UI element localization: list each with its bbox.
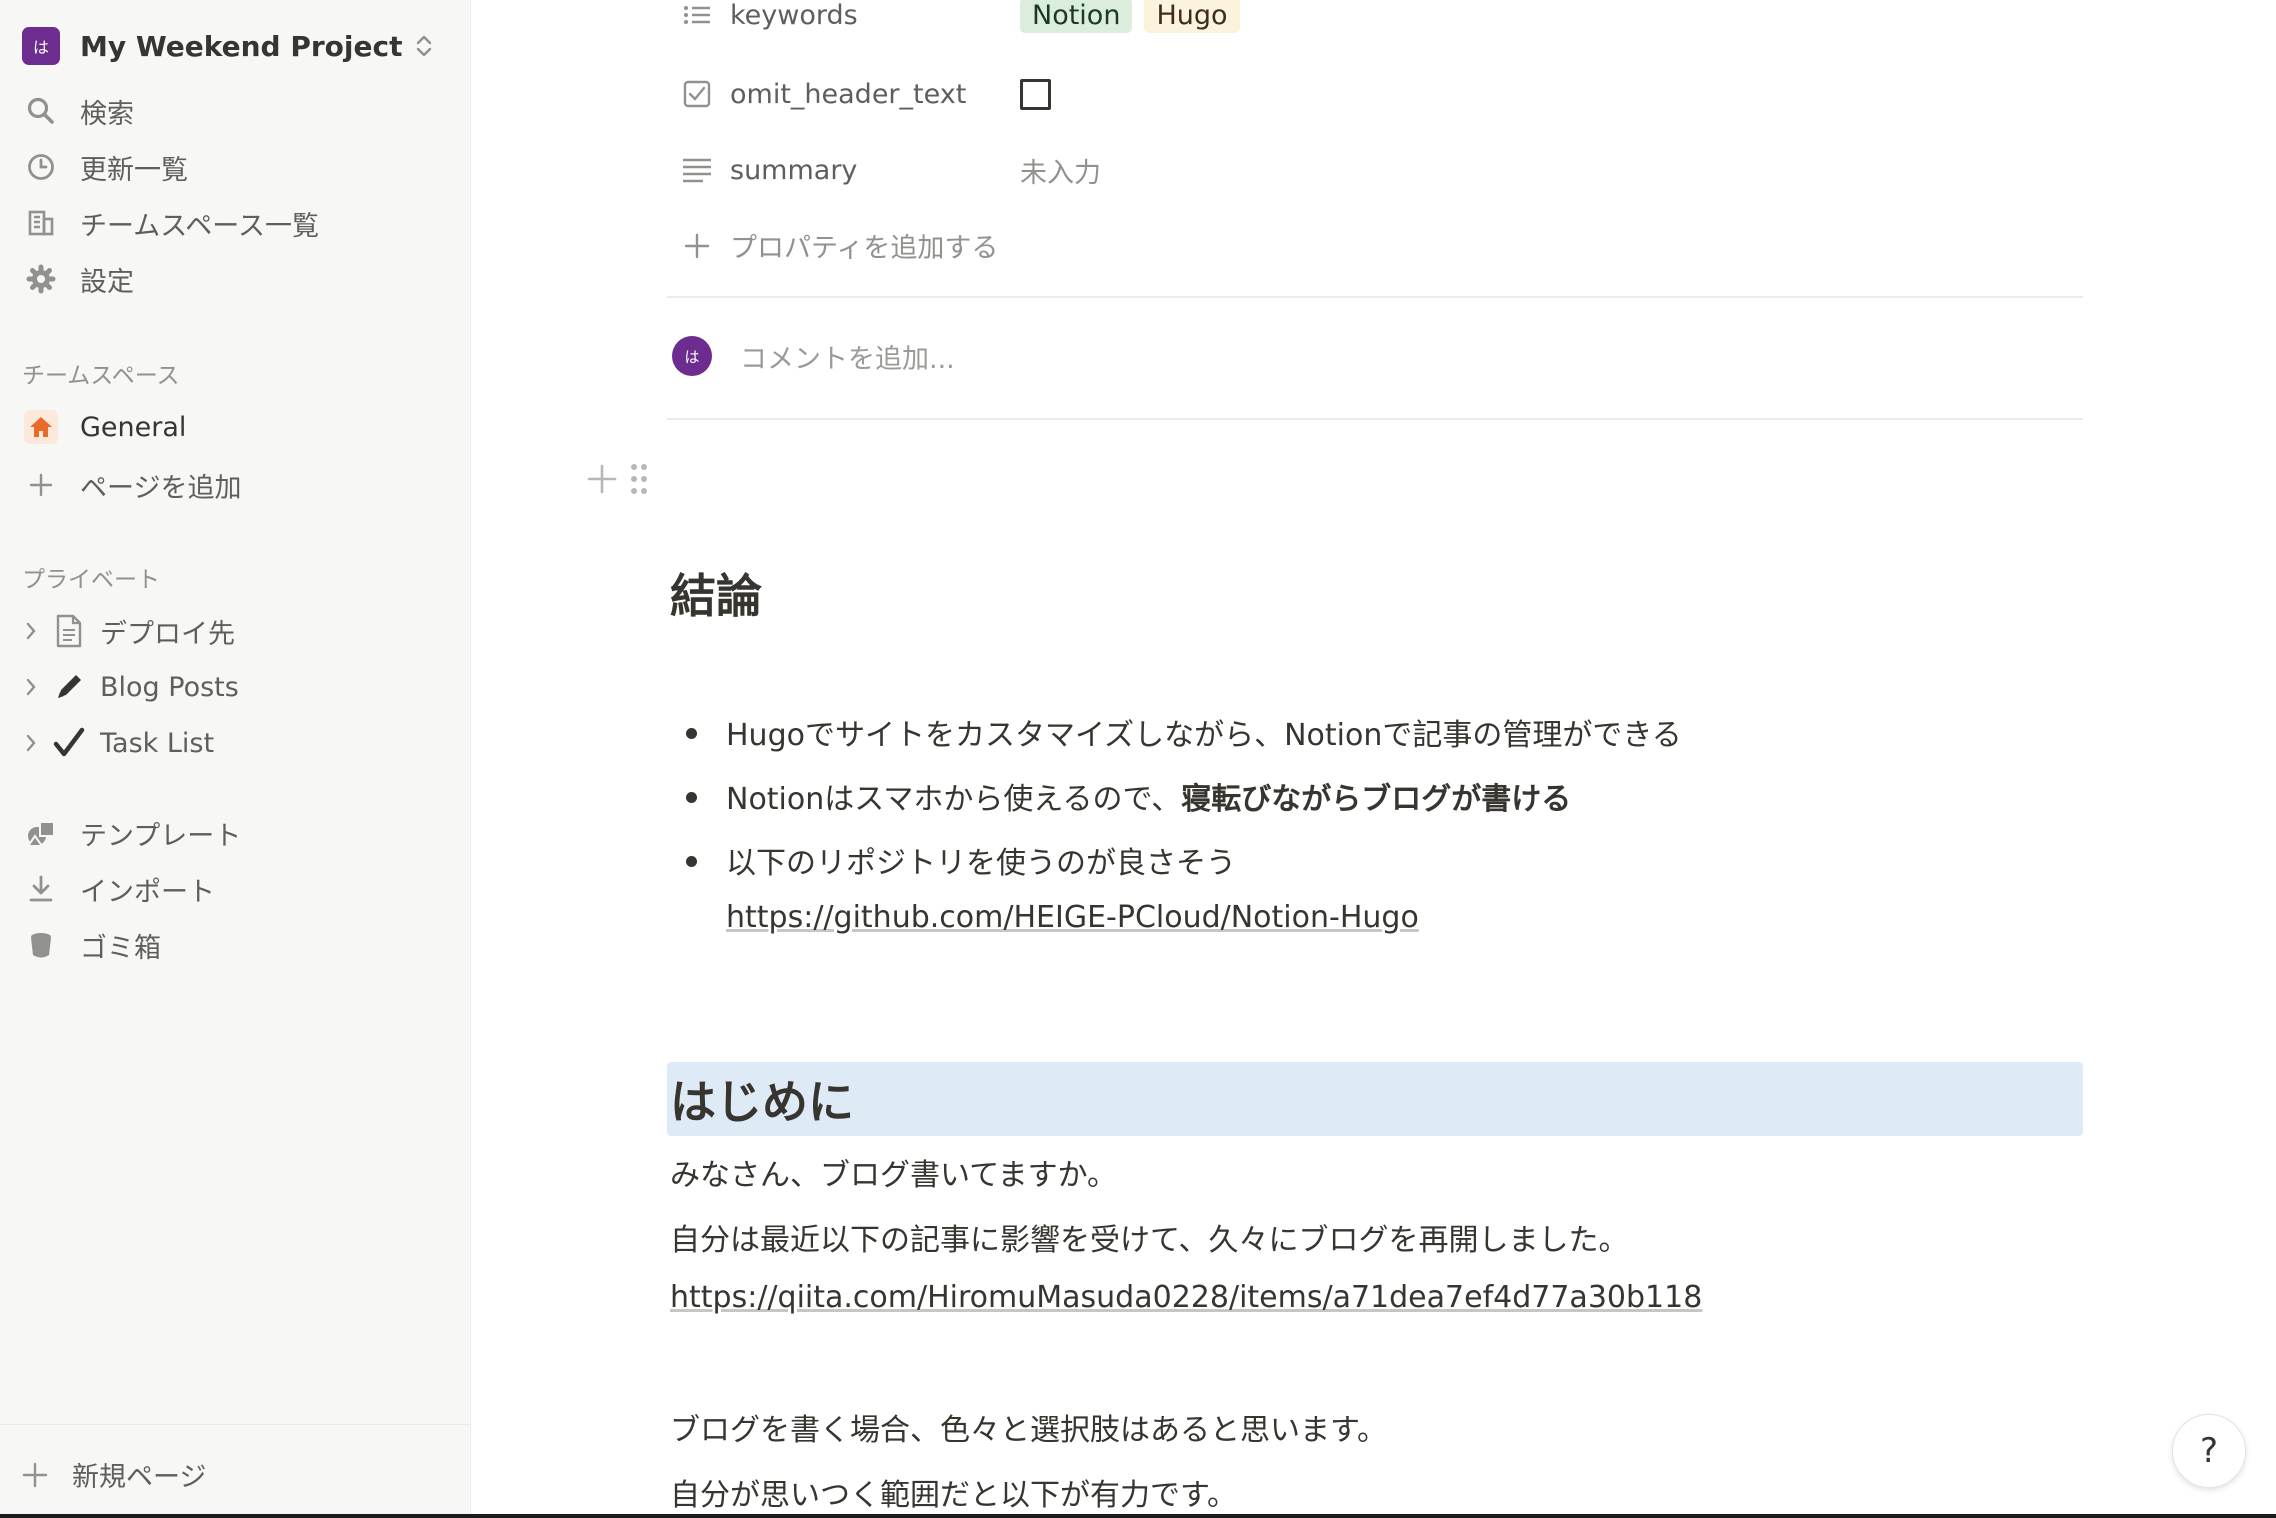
plus-icon [680,229,714,263]
sidebar-item-trash[interactable]: ゴミ箱 [24,922,161,968]
nav-label: ページを追加 [80,472,242,504]
nav-label: 検索 [80,98,134,130]
add-block-icon[interactable] [585,462,619,500]
add-property-button[interactable]: プロパティを追加する [680,226,998,265]
block-controls [585,462,649,500]
list-item: 以下のリポジトリを使うのが良さそう [680,828,1682,892]
list-item-text: Notionはスマホから使えるので、 [726,782,1182,817]
paragraph: 自分は最近以下の記事に影響を受けて、久々にブログを再開しました。 [670,1223,1629,1258]
help-button[interactable]: ? [2172,1414,2246,1488]
nav-updates[interactable]: 更新一覧 [24,144,188,190]
avatar: は [672,336,712,376]
nav-settings[interactable]: 設定 [24,256,134,302]
property-summary[interactable]: summary 未入力 [680,145,1101,195]
text-lines-icon [680,153,714,187]
property-name: summary [730,154,858,186]
tag-notion: Notion [1020,0,1133,33]
clock-icon [24,150,58,184]
new-page-button[interactable]: 新規ページ [18,1455,206,1494]
heading-intro: はじめに [670,1075,854,1129]
shapes-icon [24,816,58,850]
tag-hugo: Hugo [1144,0,1240,33]
tree-label: デプロイ先 [100,618,235,650]
checkbox-property-icon [680,77,714,111]
workspace-switcher[interactable]: は My Weekend Project [22,27,434,65]
bullet-list: Hugoでサイトをカスタマイズしながら、Notionで記事の管理ができる Not… [680,700,1682,892]
chevron-right-icon[interactable] [22,618,40,644]
teamspace-section-label: チームスペース [22,363,180,389]
comment-placeholder: コメントを追加... [740,343,955,375]
nav-label: インポート [80,876,215,908]
list-item: Hugoでサイトをカスタマイズしながら、Notionで記事の管理ができる [680,700,1682,764]
sidebar-item-deploy[interactable]: デプロイ先 [22,608,235,654]
checkmark-icon [50,724,88,762]
repo-link[interactable]: https://github.com/HEIGE-PCloud/Notion-H… [726,900,1419,935]
heading-conclusion: 結論 [670,569,762,623]
list-item-text: 以下のリポジトリを使うのが良さそう [726,846,1236,881]
heading-highlight [667,1062,2083,1136]
nav-search[interactable]: 検索 [24,88,134,134]
nav-teamspaces[interactable]: チームスペース一覧 [24,200,319,246]
private-section-label: プライベート [22,567,160,593]
workspace-name: My Weekend Project [80,29,403,63]
property-value[interactable] [1020,78,1051,110]
sidebar-item-task-list[interactable]: Task List [22,720,214,766]
comment-input[interactable]: は コメントを追加... [672,336,955,376]
divider [667,418,2083,420]
building-icon [24,206,58,240]
chevron-right-icon[interactable] [22,730,40,756]
document-icon [50,612,88,650]
add-page-button[interactable]: ページを追加 [24,462,241,508]
property-value[interactable]: Notion Hugo [1020,0,1252,33]
property-value[interactable]: 未入力 [1020,151,1101,190]
nav-label: ゴミ箱 [80,932,161,964]
pencil-icon [50,668,88,706]
paragraph: ブログを書く場合、色々と選択肢はあると思います。 [670,1413,1387,1448]
paragraph: 自分が思いつく範囲だと以下が有力です。 [670,1478,1237,1513]
sidebar: は My Weekend Project 検索 更新一覧 チームスペース一覧 設… [0,0,471,1518]
sidebar-item-templates[interactable]: テンプレート [24,810,241,856]
nav-label: テンプレート [80,820,242,852]
trash-icon [24,928,58,962]
paragraph: みなさん、ブログ書いてますか。 [670,1158,1117,1193]
chevron-up-down-icon [417,35,432,57]
nav-label: 設定 [80,266,134,298]
nav-label: チームスペース一覧 [80,210,319,242]
plus-icon [24,468,58,502]
tree-label: Blog Posts [100,671,239,703]
property-name: keywords [730,0,858,31]
workspace-avatar: は [22,27,60,65]
gear-icon [24,262,58,296]
list-item-bold-text: 寝転びながらブログが書ける [1181,782,1572,817]
property-omit-header-text[interactable]: omit_header_text [680,69,1051,119]
list-icon [680,0,714,32]
divider [667,296,2083,298]
list-item: Notionはスマホから使えるので、 寝転びながらブログが書ける [680,764,1682,828]
search-icon [24,94,58,128]
nav-label: General [80,411,187,443]
sidebar-item-general[interactable]: General [24,404,186,450]
chevron-right-icon[interactable] [22,674,40,700]
omit-header-checkbox[interactable] [1020,78,1051,110]
plus-icon [18,1458,52,1492]
property-keywords[interactable]: keywords Notion Hugo [680,0,1252,40]
property-name: omit_header_text [730,78,967,110]
tree-label: Task List [100,727,215,759]
download-icon [24,872,58,906]
nav-label: 更新一覧 [80,154,188,186]
sidebar-item-import[interactable]: インポート [24,866,215,912]
window-bottom-edge [0,1514,2276,1518]
list-item-text: Hugoでサイトをカスタマイズしながら、Notionで記事の管理ができる [726,718,1682,753]
drag-handle-icon[interactable] [629,462,649,500]
home-icon [24,410,58,444]
sidebar-item-blog-posts[interactable]: Blog Posts [22,664,239,710]
qiita-link[interactable]: https://qiita.com/HiromuMasuda0228/items… [670,1280,1702,1315]
new-page-label: 新規ページ [72,1462,207,1493]
sidebar-footer: 新規ページ [0,1424,470,1518]
add-property-label: プロパティを追加する [730,233,999,264]
